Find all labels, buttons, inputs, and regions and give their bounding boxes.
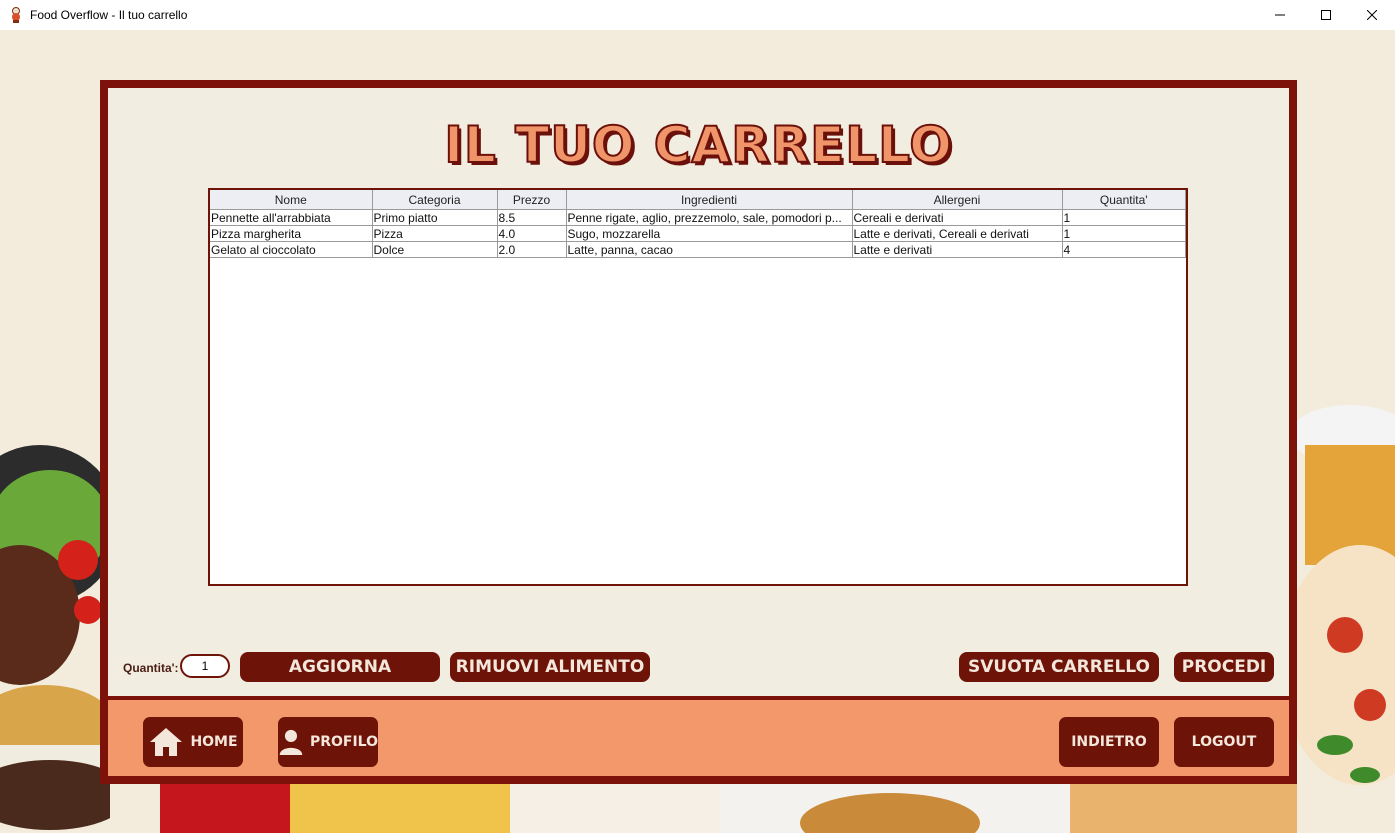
table-header-row: Nome Categoria Prezzo Ingredienti Allerg… bbox=[210, 190, 1186, 210]
app-chef-icon bbox=[8, 7, 24, 23]
quantity-label: Quantita': bbox=[123, 661, 179, 675]
cart-panel: IL TUO CARRELLO Nome Categoria Prezzo In… bbox=[108, 88, 1289, 696]
window-title-bar: Food Overflow - Il tuo carrello bbox=[0, 0, 1395, 30]
food-illustration-left bbox=[0, 445, 110, 830]
cell-allergeni[interactable]: Cereali e derivati bbox=[852, 209, 1063, 226]
remove-item-button[interactable]: RIMUOVI ALIMENTO bbox=[450, 652, 650, 682]
page-title: IL TUO CARRELLO bbox=[443, 115, 953, 175]
quantity-input[interactable] bbox=[180, 654, 230, 678]
cell-categoria[interactable]: Primo piatto bbox=[372, 209, 498, 226]
column-header-allergeni[interactable]: Allergeni bbox=[852, 190, 1063, 210]
column-header-quantita[interactable]: Quantita' bbox=[1062, 190, 1186, 210]
cell-allergeni[interactable]: Latte e derivati, Cereali e derivati bbox=[852, 225, 1063, 242]
minimize-icon bbox=[1275, 14, 1285, 16]
cell-ingredienti[interactable]: Sugo, mozzarella bbox=[566, 225, 853, 242]
table-row[interactable]: Pennette all'arrabbiata Primo piatto 8.5… bbox=[210, 209, 1186, 226]
home-label: HOME bbox=[190, 734, 238, 750]
cell-nome[interactable]: Pizza margherita bbox=[210, 225, 373, 242]
close-icon bbox=[1367, 10, 1377, 20]
home-icon bbox=[150, 728, 183, 756]
maximize-icon bbox=[1321, 10, 1331, 20]
user-icon bbox=[279, 729, 303, 755]
bottom-nav-bar: HOME PROFILO INDIETRO LOGOUT bbox=[108, 700, 1289, 776]
maximize-button[interactable] bbox=[1303, 0, 1349, 30]
table-row[interactable]: Gelato al cioccolato Dolce 2.0 Latte, pa… bbox=[210, 241, 1186, 258]
empty-cart-button[interactable]: SVUOTA CARRELLO bbox=[959, 652, 1159, 682]
cell-ingredienti[interactable]: Penne rigate, aglio, prezzemolo, sale, p… bbox=[566, 209, 853, 226]
cell-nome[interactable]: Gelato al cioccolato bbox=[210, 241, 373, 258]
column-header-categoria[interactable]: Categoria bbox=[372, 190, 498, 210]
close-button[interactable] bbox=[1349, 0, 1395, 30]
cart-table[interactable]: Nome Categoria Prezzo Ingredienti Allerg… bbox=[208, 188, 1188, 586]
food-illustration-bottom bbox=[160, 783, 1297, 833]
table-row[interactable]: Pizza margherita Pizza 4.0 Sugo, mozzare… bbox=[210, 225, 1186, 242]
profile-button[interactable]: PROFILO bbox=[278, 717, 378, 767]
home-button[interactable]: HOME bbox=[143, 717, 243, 767]
back-button[interactable]: INDIETRO bbox=[1059, 717, 1159, 767]
column-header-nome[interactable]: Nome bbox=[210, 190, 373, 210]
logout-button[interactable]: LOGOUT bbox=[1174, 717, 1274, 767]
cell-ingredienti[interactable]: Latte, panna, cacao bbox=[566, 241, 853, 258]
column-header-prezzo[interactable]: Prezzo bbox=[497, 190, 567, 210]
cell-prezzo[interactable]: 8.5 bbox=[497, 209, 567, 226]
cell-quantita[interactable]: 4 bbox=[1062, 241, 1186, 258]
cell-prezzo[interactable]: 2.0 bbox=[497, 241, 567, 258]
profile-label: PROFILO bbox=[309, 734, 378, 750]
proceed-button[interactable]: PROCEDI bbox=[1174, 652, 1274, 682]
cell-quantita[interactable]: 1 bbox=[1062, 225, 1186, 242]
minimize-button[interactable] bbox=[1257, 0, 1303, 30]
food-illustration-right bbox=[1290, 405, 1395, 785]
cart-window-frame: IL TUO CARRELLO Nome Categoria Prezzo In… bbox=[100, 80, 1297, 784]
cell-allergeni[interactable]: Latte e derivati bbox=[852, 241, 1063, 258]
cell-categoria[interactable]: Dolce bbox=[372, 241, 498, 258]
window-title: Food Overflow - Il tuo carrello bbox=[30, 8, 188, 22]
cell-nome[interactable]: Pennette all'arrabbiata bbox=[210, 209, 373, 226]
update-button[interactable]: AGGIORNA bbox=[240, 652, 440, 682]
cell-prezzo[interactable]: 4.0 bbox=[497, 225, 567, 242]
cell-quantita[interactable]: 1 bbox=[1062, 209, 1186, 226]
column-header-ingredienti[interactable]: Ingredienti bbox=[566, 190, 853, 210]
cell-categoria[interactable]: Pizza bbox=[372, 225, 498, 242]
